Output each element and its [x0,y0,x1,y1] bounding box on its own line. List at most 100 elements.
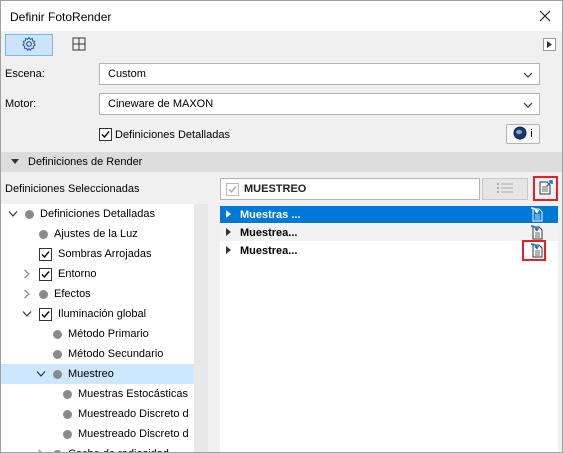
status-dot-icon [53,349,62,359]
preset-name: MUESTREO [244,183,307,195]
list-item-label: Muestrea... [240,226,298,239]
detailed-definitions-toggle[interactable]: Definiciones Detalladas [99,128,230,141]
chevron-down-icon[interactable] [35,368,47,380]
tree-item[interactable]: Muestreado Discreto d [1,424,194,444]
status-dot-icon [39,229,48,239]
chevron-right-icon[interactable] [35,448,47,452]
chevron-down-icon[interactable] [7,208,19,220]
tree-item-label: Cache de radiosidad [68,448,169,452]
list-item-label: Muestras ... [240,208,301,221]
tree-item[interactable]: Entorno [1,264,194,284]
export-preset-button[interactable] [533,176,558,201]
viewport-icon [71,36,87,55]
tree-scrollbar[interactable] [194,204,208,452]
scene-label: Escena: [5,68,45,80]
preset-list-button[interactable] [482,178,528,200]
preset-field[interactable]: MUESTREO [220,178,480,200]
chevron-down-icon [523,100,533,112]
tree-item-label: Entorno [58,268,97,280]
selected-definitions-label: Definiciones Seleccionadas [5,183,140,195]
tree-item[interactable]: Definiciones Detalladas [1,204,194,224]
close-icon[interactable] [536,7,554,25]
status-dot-icon [53,449,62,452]
status-dot-icon [53,329,62,339]
tree-item[interactable]: Muestras Estocásticas [1,384,194,404]
chevron-down-icon[interactable] [21,308,33,320]
tree-item-label: Muestras Estocásticas [78,388,189,400]
engine-info-button[interactable]: i [506,124,540,144]
tree-item-label: Efectos [54,288,91,300]
list-item[interactable]: Muestrea... [220,224,558,241]
toolbar [1,31,562,59]
tree-item[interactable]: Método Primario [1,324,194,344]
tree-item[interactable]: Método Secundario [1,344,194,364]
status-dot-icon [63,429,72,439]
settings-list: Muestras ... Muestrea... Muestrea... [220,206,558,452]
engine-label: Motor: [5,98,37,110]
chevron-right-icon[interactable] [21,268,33,280]
tab-settings[interactable] [5,34,53,56]
cinema4d-logo-icon [513,126,527,143]
tree-item[interactable]: Efectos [1,284,194,304]
tree-item-label: Iluminación global [58,308,147,320]
tree-item[interactable]: Muestreo [1,364,194,384]
chevron-down-icon [523,70,533,82]
tree-item-label: Método Secundario [68,348,164,360]
tree-item-label: Muestreado Discreto d [78,428,189,440]
tree-item-checkbox[interactable] [39,267,52,281]
scene-value: Custom [108,68,146,80]
detailed-definitions-checkbox[interactable] [99,128,112,141]
tree-item[interactable]: Cache de radiosidad [1,444,194,452]
arrow-right-icon [546,39,553,51]
triangle-right-icon[interactable] [226,245,231,257]
toolbar-scroll-right[interactable] [543,38,556,51]
tree-item-label: Muestreado Discreto d [78,408,189,420]
engine-value: Cineware de MAXON [108,98,214,110]
render-definitions-section-header[interactable]: Definiciones de Render [1,152,562,172]
import-document-icon[interactable] [530,207,544,225]
tab-viewport[interactable] [55,34,103,56]
triangle-right-icon[interactable] [226,209,231,221]
list-item[interactable]: Muestras ... [220,206,558,223]
triangle-down-icon [11,156,19,168]
status-dot-icon [25,209,34,219]
triangle-right-icon[interactable] [226,227,231,239]
tree-item-checkbox[interactable] [39,247,52,261]
list-item-label: Muestrea... [240,244,298,257]
window-title: Definir FotoRender [10,10,112,24]
tree-item[interactable]: Sombras Arrojadas [1,244,194,264]
tree-item-checkbox[interactable] [39,307,52,321]
section-title: Definiciones de Render [28,156,143,168]
definitions-tree: Definiciones Detalladas Ajustes de la Luz… [1,204,194,452]
tree-item-label: Ajustes de la Luz [54,228,138,240]
list-icon [497,182,513,197]
gear-icon [21,36,37,55]
tree-item-label: Método Primario [68,328,149,340]
import-highlight[interactable] [522,240,546,261]
status-dot-icon [63,409,72,419]
scene-dropdown[interactable]: Custom [99,63,540,85]
export-document-icon [538,179,554,198]
status-dot-icon [53,369,62,379]
info-label: i [530,128,533,140]
tree-item[interactable]: Muestreado Discreto d [1,404,194,424]
tree-item-label: Definiciones Detalladas [40,208,155,220]
engine-dropdown[interactable]: Cineware de MAXON [99,93,540,115]
tree-item[interactable]: Ajustes de la Luz [1,224,194,244]
tree-item[interactable]: Iluminación global [1,304,194,324]
chevron-right-icon[interactable] [21,288,33,300]
status-dot-icon [63,389,72,399]
status-dot-icon [39,289,48,299]
tree-item-label: Muestreo [68,368,114,380]
preset-checkbox[interactable] [226,182,239,196]
list-item[interactable]: Muestrea... [220,242,558,259]
tree-item-label: Sombras Arrojadas [58,248,152,260]
dialog-window: Definir FotoRender Escena: Custom Motor:… [0,0,563,453]
